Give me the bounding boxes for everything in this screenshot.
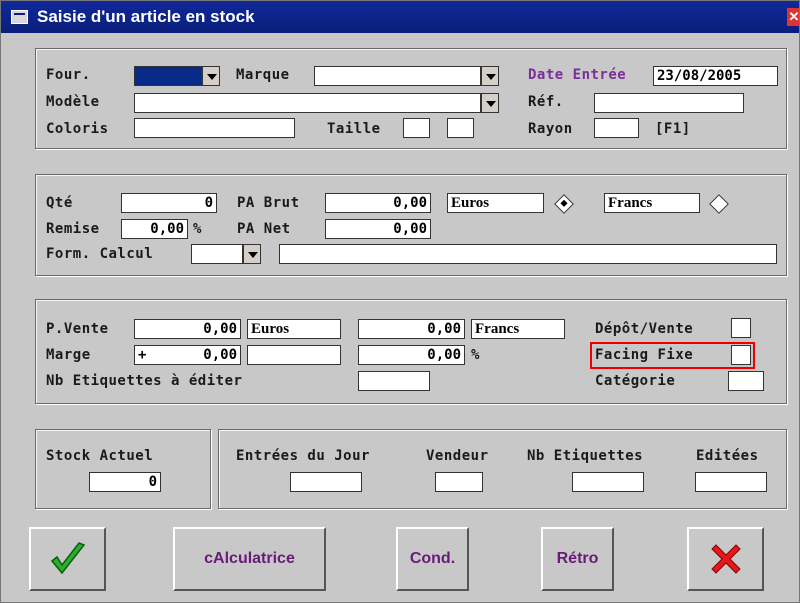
marge-extra-field[interactable] (247, 345, 341, 365)
stock-actuel-group (35, 429, 211, 509)
qte-label: Qté (46, 195, 73, 211)
pvente-currency-francs: Francs (471, 319, 565, 339)
date-entree-field[interactable]: 23/08/2005 (653, 66, 778, 86)
pvente-field[interactable]: 0,00 (134, 319, 241, 339)
marge-pct-field[interactable]: 0,00 (358, 345, 465, 365)
editees-label: Editées (696, 448, 759, 464)
categorie-field[interactable] (728, 371, 764, 391)
nb-etiquettes-field[interactable] (358, 371, 430, 391)
pvente-currency-euros: Euros (247, 319, 341, 339)
pa-net-field[interactable]: 0,00 (325, 219, 431, 239)
facing-fixe-checkbox[interactable] (731, 345, 751, 365)
title-bar: Saisie d'un article en stock ✕ (1, 1, 799, 33)
stock-entry-window: Saisie d'un article en stock ✕ Four. Mar… (0, 0, 800, 603)
marge-field[interactable]: + 0,00 (134, 345, 241, 365)
chevron-down-icon[interactable] (202, 66, 220, 86)
cancel-button[interactable] (687, 527, 764, 591)
cond-button[interactable]: Cond. (396, 527, 469, 591)
coloris-field[interactable] (134, 118, 295, 138)
marge-label: Marge (46, 347, 91, 363)
nb-etiquettes-stock-field[interactable] (572, 472, 644, 492)
taille-field-2[interactable] (447, 118, 474, 138)
taille-label: Taille (327, 121, 381, 137)
calculatrice-button[interactable]: cAlculatrice (173, 527, 326, 591)
entrees-jour-field[interactable] (290, 472, 362, 492)
vendeur-label: Vendeur (426, 448, 489, 464)
pvente-francs-field[interactable]: 0,00 (358, 319, 465, 339)
four-dropdown[interactable] (134, 66, 220, 86)
depot-vente-label: Dépôt/Vente (595, 321, 694, 337)
nb-etiquettes-label: Nb Etiquettes à éditer (46, 373, 243, 389)
marge-pct-unit: % (471, 347, 480, 363)
pa-currency-francs: Francs (604, 193, 700, 213)
vendeur-field[interactable] (435, 472, 483, 492)
modele-label: Modèle (46, 94, 100, 110)
close-icon (710, 544, 741, 574)
validate-button[interactable] (29, 527, 106, 591)
marque-dropdown-value (314, 66, 481, 86)
marge-value: 0,00 (203, 347, 237, 363)
depot-vente-checkbox[interactable] (731, 318, 751, 338)
coloris-label: Coloris (46, 121, 109, 137)
marque-label: Marque (236, 67, 290, 83)
form-calcul-dropdown-value (191, 244, 243, 264)
remise-field[interactable]: 0,00 (121, 219, 188, 239)
taille-field-1[interactable] (403, 118, 430, 138)
rayon-label: Rayon (528, 121, 573, 137)
chevron-down-icon[interactable] (481, 93, 499, 113)
ref-label: Réf. (528, 94, 564, 110)
close-icon[interactable]: ✕ (787, 8, 799, 26)
editees-field[interactable] (695, 472, 767, 492)
window-title: Saisie d'un article en stock (37, 7, 255, 26)
pa-currency-euros: Euros (447, 193, 544, 213)
modele-dropdown-value (134, 93, 481, 113)
date-entree-label: Date Entrée (528, 67, 627, 83)
pa-net-label: PA Net (237, 221, 291, 237)
pvente-label: P.Vente (46, 321, 109, 337)
daily-entries-group (218, 429, 787, 509)
form-calcul-field[interactable] (279, 244, 777, 264)
checkmark-icon (50, 542, 85, 575)
four-dropdown-value (134, 66, 202, 86)
marque-dropdown[interactable] (314, 66, 499, 86)
modele-dropdown[interactable] (134, 93, 499, 113)
marge-sign: + (138, 347, 147, 363)
qte-field[interactable]: 0 (121, 193, 217, 213)
form-calcul-label: Form. Calcul (46, 246, 154, 262)
window-icon[interactable] (11, 10, 28, 24)
pa-brut-field[interactable]: 0,00 (325, 193, 431, 213)
facing-fixe-label: Facing Fixe (595, 347, 694, 363)
stock-actuel-label: Stock Actuel (46, 448, 154, 464)
categorie-label: Catégorie (595, 373, 676, 389)
four-label: Four. (46, 67, 91, 83)
remise-label: Remise (46, 221, 100, 237)
remise-unit: % (193, 221, 202, 237)
pa-brut-label: PA Brut (237, 195, 300, 211)
rayon-field[interactable] (594, 118, 639, 138)
stock-actuel-field[interactable]: 0 (89, 472, 161, 492)
retro-button[interactable]: Rétro (541, 527, 614, 591)
chevron-down-icon[interactable] (481, 66, 499, 86)
entrees-jour-label: Entrées du Jour (236, 448, 370, 464)
form-calcul-dropdown[interactable] (191, 244, 261, 264)
f1-hint: [F1] (655, 121, 691, 137)
nb-etiquettes-stock-label: Nb Etiquettes (527, 448, 644, 464)
chevron-down-icon[interactable] (243, 244, 261, 264)
ref-field[interactable] (594, 93, 744, 113)
